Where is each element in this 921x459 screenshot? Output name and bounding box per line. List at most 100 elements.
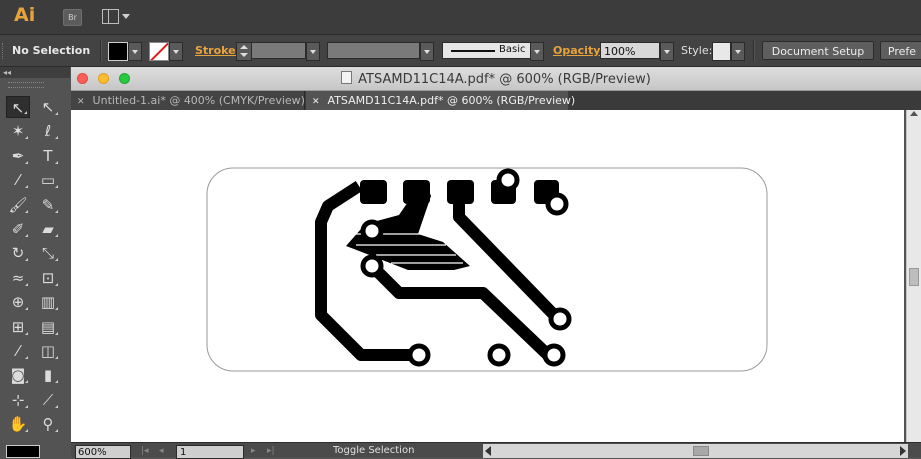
tools-panel-grip[interactable]: [8, 82, 44, 88]
fill-color-swatch[interactable]: [108, 42, 128, 61]
artboard-tool[interactable]: ⊹: [6, 389, 30, 411]
panel-grip[interactable]: [2, 43, 6, 59]
graphic-style-dropdown[interactable]: [731, 42, 745, 61]
scroll-right-icon[interactable]: [900, 446, 906, 456]
stroke-color-swatch[interactable]: [149, 42, 169, 61]
document-tab-bar: ✕ Untitled-1.ai* @ 400% (CMYK/Preview) ✕ A…: [71, 91, 921, 110]
opacity-label[interactable]: Opacity:: [553, 44, 605, 57]
last-artboard-button[interactable]: ▸|: [267, 446, 275, 456]
pencil-icon: ✎: [41, 195, 55, 214]
flyout-indicator: [25, 185, 28, 189]
fill-stroke-swatch[interactable]: [6, 445, 40, 458]
via: [496, 168, 520, 192]
scroll-up-icon[interactable]: [910, 111, 918, 116]
free-transform-tool[interactable]: ⊡: [36, 267, 60, 289]
trace-right: [453, 200, 563, 324]
scale-tool[interactable]: ⤡: [36, 242, 60, 264]
direct-selection-icon: ↖: [41, 98, 55, 116]
line-segment-tool[interactable]: ⁄: [6, 169, 30, 191]
shape-builder-icon: ⊕: [11, 293, 25, 312]
artboard-canvas[interactable]: [71, 110, 904, 442]
pad-3: [447, 180, 474, 204]
direct-selection-tool[interactable]: ↖: [36, 96, 60, 118]
rotate-tool[interactable]: ↻: [6, 242, 30, 264]
zoom-icon: ⚲: [42, 415, 54, 434]
flyout-indicator: [55, 160, 58, 164]
zoom-level-field[interactable]: 600%: [75, 445, 131, 459]
slice-tool[interactable]: ⟋: [36, 389, 60, 411]
zoom-tool[interactable]: ⚲: [36, 413, 60, 435]
pad-2: [403, 180, 430, 204]
artboard-number-field[interactable]: 1: [176, 445, 244, 459]
flyout-indicator: [55, 136, 58, 140]
arrange-documents-icon: [102, 9, 119, 24]
stroke-label[interactable]: Stroke:: [195, 44, 240, 57]
column-graph-tool[interactable]: ▮: [36, 364, 60, 386]
stroke-weight-field[interactable]: [251, 42, 306, 59]
opacity-dropdown[interactable]: [660, 42, 674, 61]
selection-tool[interactable]: ↖: [6, 96, 30, 118]
brush-definition-dropdown[interactable]: [530, 42, 544, 61]
shape-builder-tool[interactable]: ⊕: [6, 291, 30, 313]
blend-tool[interactable]: ◫: [36, 340, 60, 362]
close-tab-icon[interactable]: ✕: [77, 97, 85, 107]
flyout-indicator: [25, 331, 28, 335]
hand-tool[interactable]: ✋: [6, 413, 30, 435]
document-setup-button[interactable]: Document Setup: [762, 41, 874, 60]
pencil-tool[interactable]: ✎: [36, 194, 60, 216]
collapse-icon[interactable]: ◂◂: [3, 68, 11, 77]
tab-atsamd11c14a[interactable]: ✕ ATSAMD11C14A.pdf* @ 600% (RGB/Preview): [306, 91, 575, 110]
style-label: Style:: [681, 44, 713, 57]
pcb-artwork[interactable]: [71, 110, 904, 442]
via: [360, 254, 384, 278]
variable-width-profile-field[interactable]: [327, 42, 420, 59]
status-text[interactable]: Toggle Selection: [333, 445, 414, 456]
previous-artboard-button[interactable]: ◂: [159, 446, 164, 456]
eyedropper-tool[interactable]: ⁄: [6, 340, 30, 362]
variable-width-profile-dropdown[interactable]: [420, 42, 434, 61]
pen-tool[interactable]: ✒: [6, 145, 30, 167]
preferences-button[interactable]: Prefe: [880, 41, 921, 60]
free-transform-icon: ⊡: [41, 268, 55, 287]
stroke-weight-stepper[interactable]: [236, 42, 252, 61]
scroll-left-icon[interactable]: [485, 446, 491, 456]
blob-brush-tool[interactable]: ✐: [6, 218, 30, 240]
bridge-button[interactable]: Br: [63, 9, 82, 26]
brush-definition-field[interactable]: Basic: [442, 42, 542, 59]
via: [407, 343, 431, 367]
window-title-text: ATSAMD11C14A.pdf* @ 600% (RGB/Preview): [358, 72, 651, 87]
via: [542, 343, 566, 367]
tools-panel: ◂◂ ↖ ↖ ✶ ℓ ✒ T ⁄ ▭ 🖌 ✎ ✐ ▰ ↻ ⤡ ≈ ⊡ ⊕ ▥ ⊞ ▤ ⁄ ◫ ◙ ▮ ⊹ ⟋ ✋ ⚲: [0, 67, 70, 456]
flyout-indicator: [24, 111, 27, 114]
gradient-tool[interactable]: ▤: [36, 316, 60, 338]
lasso-tool[interactable]: ℓ: [36, 120, 60, 142]
horizontal-scroll-thumb[interactable]: [693, 446, 709, 456]
close-tab-icon[interactable]: ✕: [312, 97, 320, 107]
symbol-sprayer-tool[interactable]: ◙: [6, 364, 30, 386]
pcb-traces: [315, 180, 563, 361]
width-tool[interactable]: ≈: [6, 267, 30, 289]
tab-label: Untitled-1.ai* @ 400% (CMYK/Preview): [92, 94, 305, 107]
stroke-color-dropdown[interactable]: [169, 42, 183, 61]
magic-wand-tool[interactable]: ✶: [6, 120, 30, 142]
control-bar: No Selection Stroke: Basic Opacity: 100%…: [0, 35, 921, 67]
opacity-field[interactable]: 100%: [600, 42, 660, 59]
paintbrush-tool[interactable]: 🖌: [6, 194, 30, 216]
tab-untitled-1[interactable]: ✕ Untitled-1.ai* @ 400% (CMYK/Preview): [71, 91, 305, 110]
eraser-tool[interactable]: ▰: [36, 218, 60, 240]
mesh-tool[interactable]: ⊞: [6, 316, 30, 338]
vertical-scrollbar[interactable]: [906, 110, 921, 442]
flyout-indicator: [55, 429, 58, 433]
vertical-scroll-thumb[interactable]: [909, 268, 919, 286]
flyout-indicator: [25, 380, 28, 384]
rectangle-tool[interactable]: ▭: [36, 169, 60, 191]
fill-dropdown[interactable]: [128, 42, 142, 61]
next-artboard-button[interactable]: ▸: [251, 446, 256, 456]
arrange-documents-button[interactable]: [102, 9, 132, 25]
tools-panel-header[interactable]: ◂◂: [0, 67, 70, 78]
graphic-style-swatch[interactable]: [712, 42, 731, 61]
first-artboard-button[interactable]: |◂: [141, 446, 149, 456]
type-tool[interactable]: T: [36, 145, 60, 167]
perspective-grid-tool[interactable]: ▥: [36, 291, 60, 313]
stroke-weight-dropdown[interactable]: [306, 42, 320, 61]
